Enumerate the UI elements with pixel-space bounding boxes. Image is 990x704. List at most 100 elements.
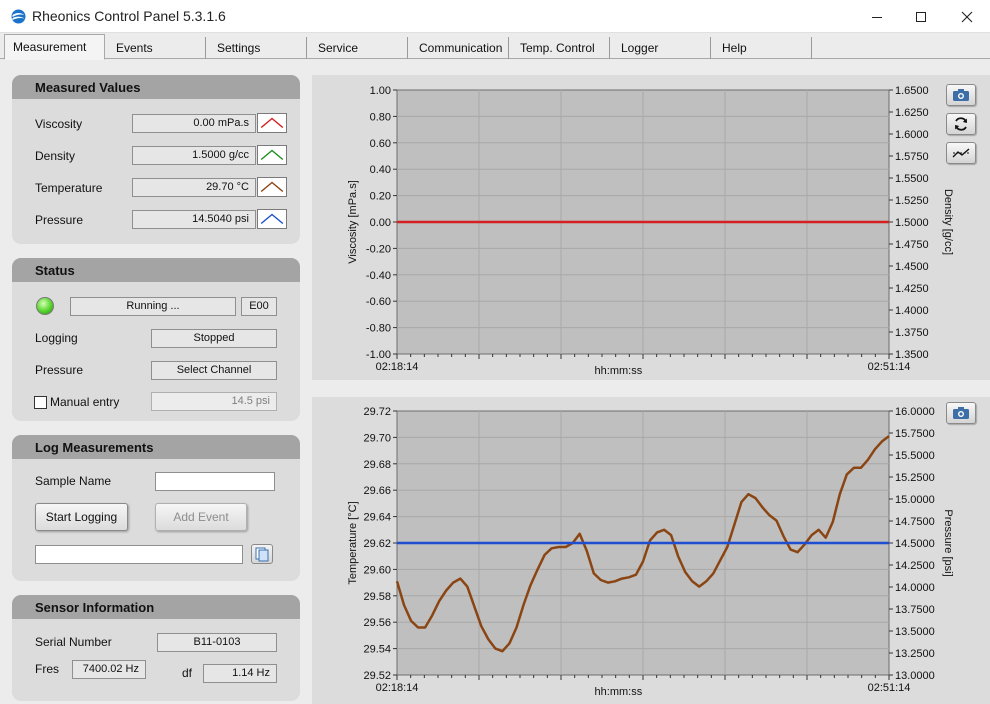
status-panel: Status Running ... E00 Logging Stopped P… xyxy=(12,258,300,421)
close-button[interactable] xyxy=(944,0,990,33)
y-tick-label: 29.58 xyxy=(363,591,391,603)
y-tick-label: 0.80 xyxy=(370,111,391,123)
temperature-label: Temperature xyxy=(35,181,103,195)
select-channel-button[interactable]: Select Channel xyxy=(151,361,277,380)
serial-number-label: Serial Number xyxy=(35,635,112,649)
y-tick-label: 29.54 xyxy=(363,644,391,656)
temperature-value: 29.70 °C xyxy=(132,178,256,197)
start-logging-button[interactable]: Start Logging xyxy=(35,503,128,531)
y2-tick-label: 13.7500 xyxy=(895,604,935,616)
sensor-information-title: Sensor Information xyxy=(12,595,300,619)
y2-tick-label: 16.0000 xyxy=(895,406,935,418)
viscosity-plot-color-icon[interactable] xyxy=(257,113,287,133)
y-tick-label: 0.60 xyxy=(370,138,391,150)
sample-name-input[interactable] xyxy=(155,472,275,491)
viscosity-value: 0.00 mPa.s xyxy=(132,114,256,133)
y-axis-label: Viscosity [mPa.s] xyxy=(347,180,359,264)
y2-tick-label: 14.7500 xyxy=(895,516,935,528)
logging-status: Stopped xyxy=(151,329,277,348)
x-end-label: 02:51:14 xyxy=(868,682,911,694)
y-tick-label: -0.60 xyxy=(366,296,391,308)
y-tick-label: -0.40 xyxy=(366,270,391,282)
tab-settings[interactable]: Settings xyxy=(207,37,307,59)
tab-temp-control[interactable]: Temp. Control xyxy=(510,37,610,59)
y2-tick-label: 1.5750 xyxy=(895,151,929,163)
y2-axis-label: Density [g/cc] xyxy=(942,189,954,255)
y2-tick-label: 1.6250 xyxy=(895,107,929,119)
minimize-icon xyxy=(872,16,882,18)
y-tick-label: -1.00 xyxy=(366,349,391,361)
reset-chart-button[interactable] xyxy=(946,113,976,135)
y2-tick-label: 1.3750 xyxy=(895,327,929,339)
log-file-path-input[interactable] xyxy=(35,545,243,564)
tab-help[interactable]: Help xyxy=(712,37,812,59)
tab-logger[interactable]: Logger xyxy=(611,37,711,59)
tab-service[interactable]: Service xyxy=(308,37,408,59)
viscosity-label: Viscosity xyxy=(35,117,83,131)
x-start-label: 02:18:14 xyxy=(376,682,419,694)
density-label: Density xyxy=(35,149,76,163)
pressure-source-label: Pressure xyxy=(35,363,84,377)
viscosity-density-plot[interactable]: 1.00 0.80 0.60 0.40 0.20 0.00 -0.20 -0.40 -0.60 -… xyxy=(312,75,990,380)
pressure-plot-color-icon[interactable] xyxy=(257,209,287,229)
file-browse-icon xyxy=(255,547,269,562)
y2-tick-label: 15.7500 xyxy=(895,428,935,440)
snapshot-button[interactable] xyxy=(946,84,976,106)
camera-icon xyxy=(953,89,969,101)
minimize-button[interactable] xyxy=(854,0,900,33)
status-state: Running ... xyxy=(70,297,236,316)
tab-measurement[interactable]: Measurement xyxy=(4,34,105,60)
y-tick-label: 29.60 xyxy=(363,564,391,576)
density-plot-color-icon[interactable] xyxy=(257,145,287,165)
maximize-button[interactable] xyxy=(898,0,944,33)
y2-axis-label: Pressure [psi] xyxy=(942,509,954,576)
manual-entry-label: Manual entry xyxy=(50,395,120,409)
y-tick-label: 29.66 xyxy=(363,485,391,497)
log-measurements-panel: Log Measurements Sample Name Start Loggi… xyxy=(12,435,300,581)
y-tick-label: 0.00 xyxy=(370,217,391,229)
sample-name-label: Sample Name xyxy=(35,474,112,488)
x-axis-label: hh:mm:ss xyxy=(595,686,643,698)
y2-tick-label: 1.5250 xyxy=(895,195,929,207)
y2-tick-label: 1.6000 xyxy=(895,129,929,141)
tab-events[interactable]: Events xyxy=(106,37,206,59)
density-value: 1.5000 g/cc xyxy=(132,146,256,165)
status-code: E00 xyxy=(241,297,277,316)
measured-values-panel: Measured Values Viscosity 0.00 mPa.s Den… xyxy=(12,75,300,244)
temperature-pressure-plot[interactable]: 29.72 29.70 29.68 29.66 29.64 29.62 29.60 29.58… xyxy=(312,397,990,704)
title-bar: Rheonics Control Panel 5.3.1.6 xyxy=(0,0,990,33)
x-end-label: 02:51:14 xyxy=(868,361,911,373)
manual-entry-checkbox[interactable] xyxy=(34,396,47,409)
pressure-value: 14.5040 psi xyxy=(132,210,256,229)
rheonics-logo-icon xyxy=(11,9,26,24)
y2-tick-label: 14.2500 xyxy=(895,560,935,572)
y-tick-label: -0.20 xyxy=(366,243,391,255)
serial-number-value: B11-0103 xyxy=(157,633,277,652)
y2-tick-label: 15.5000 xyxy=(895,450,935,462)
tab-communication[interactable]: Communication xyxy=(409,37,509,59)
manual-pressure-input[interactable]: 14.5 psi xyxy=(151,392,277,411)
y-tick-label: 1.00 xyxy=(370,85,391,97)
y-tick-label: 0.20 xyxy=(370,191,391,203)
fres-label: Fres xyxy=(35,662,59,676)
y-tick-label: 29.72 xyxy=(363,406,391,418)
temperature-plot-color-icon[interactable] xyxy=(257,177,287,197)
y2-tick-label: 15.2500 xyxy=(895,472,935,484)
y2-tick-label: 1.3500 xyxy=(895,349,929,361)
snapshot-button-2[interactable] xyxy=(946,402,976,424)
logging-label: Logging xyxy=(35,331,78,345)
status-led-icon xyxy=(36,297,54,315)
x-axis-label: hh:mm:ss xyxy=(595,365,643,377)
status-title: Status xyxy=(12,258,300,282)
browse-file-button[interactable] xyxy=(251,544,273,564)
y2-tick-label: 1.4250 xyxy=(895,283,929,295)
temperature-pressure-chart: 29.72 29.70 29.68 29.66 29.64 29.62 29.60 29.58… xyxy=(312,397,990,704)
y-tick-label: 29.56 xyxy=(363,617,391,629)
pressure-label: Pressure xyxy=(35,213,84,227)
chart-scale-button[interactable] xyxy=(946,142,976,164)
measured-values-title: Measured Values xyxy=(12,75,300,99)
df-value: 1.14 Hz xyxy=(203,664,277,683)
y2-tick-label: 15.0000 xyxy=(895,494,935,506)
y-axis-label: Temperature [°C] xyxy=(347,501,359,584)
add-event-button[interactable]: Add Event xyxy=(155,503,247,531)
